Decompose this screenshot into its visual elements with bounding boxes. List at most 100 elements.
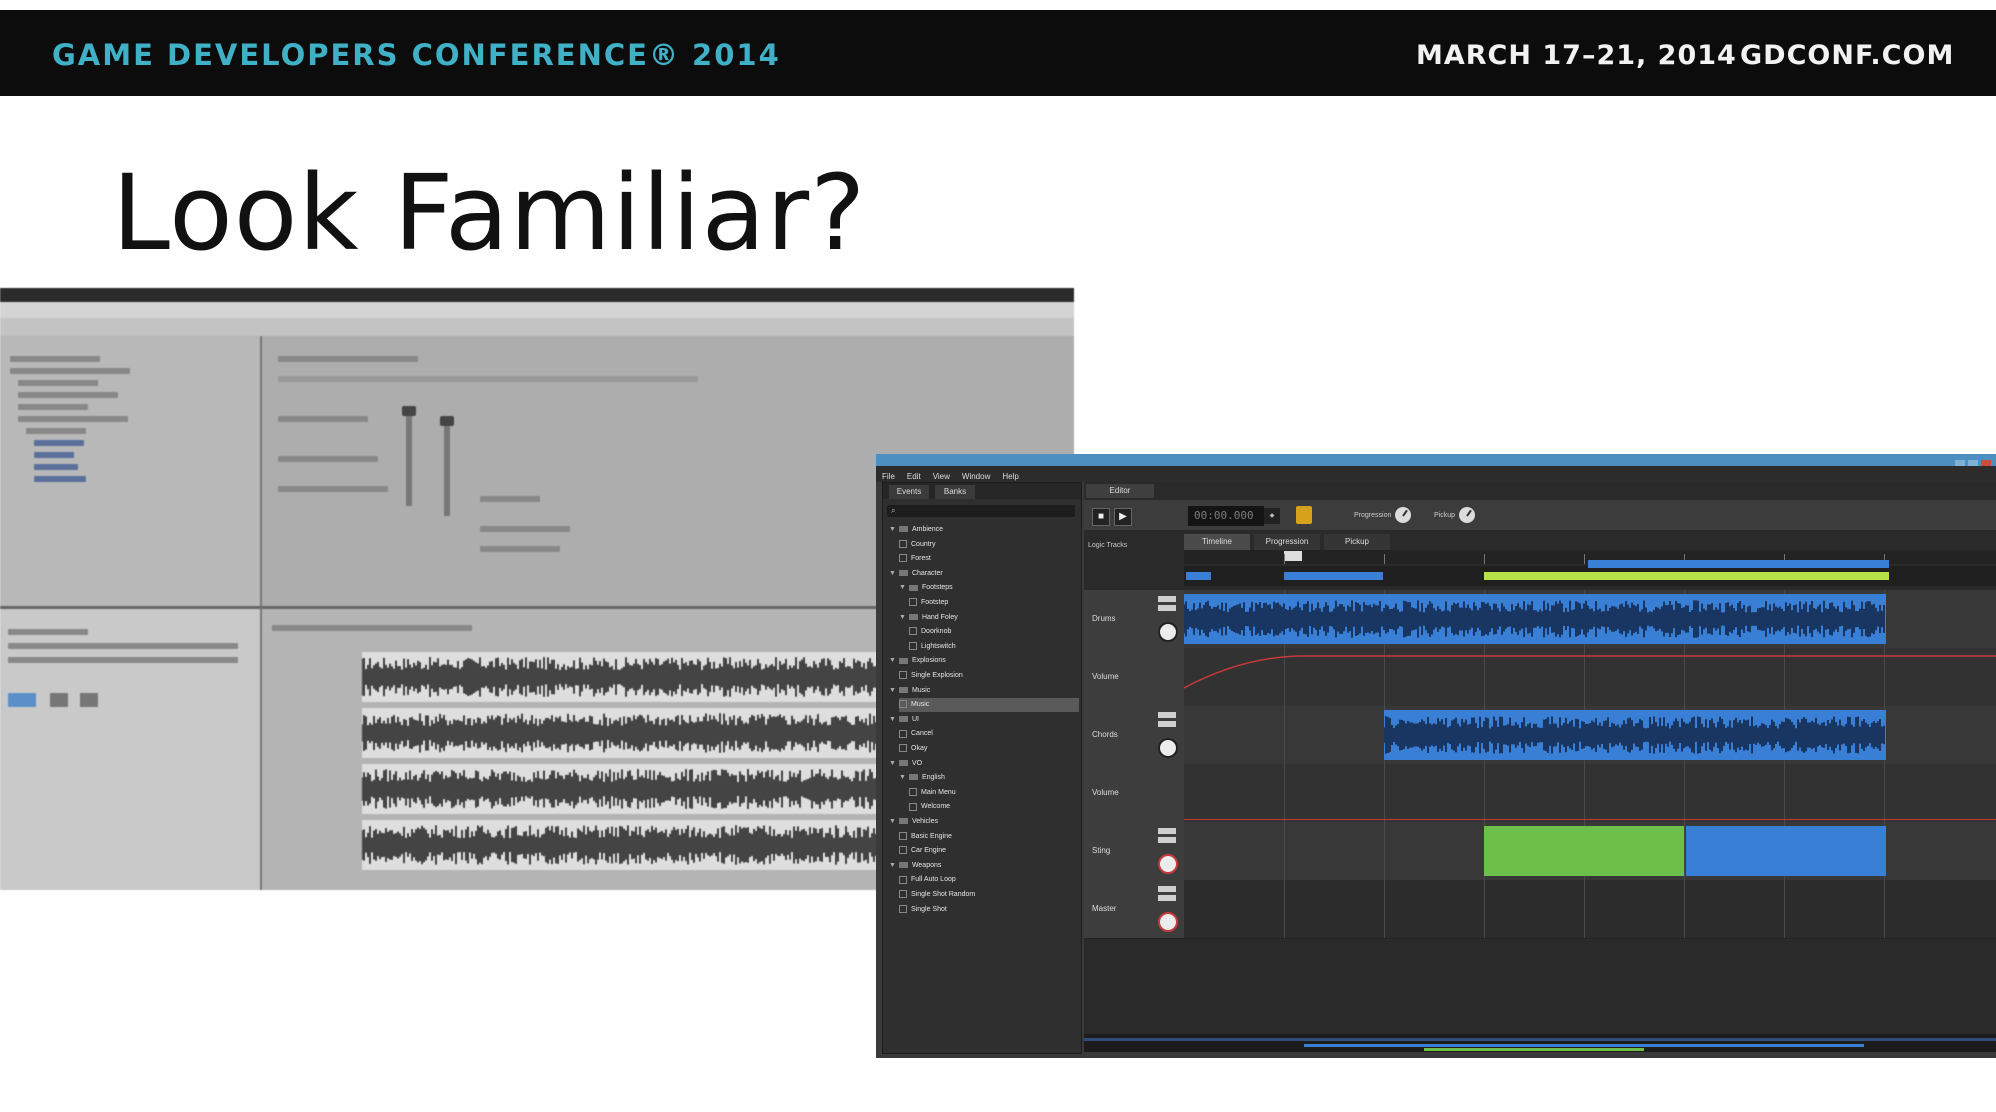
chevron-down-icon[interactable]: ▼ [889, 818, 896, 825]
track-lane[interactable] [1184, 880, 1996, 939]
volume-knob-icon[interactable] [1158, 738, 1178, 758]
tab-editor[interactable]: Editor [1086, 484, 1154, 498]
audio-clip[interactable] [1383, 710, 1886, 760]
tab-banks[interactable]: Banks [935, 485, 975, 499]
track-header[interactable]: Drums [1084, 590, 1184, 649]
tree-folder[interactable]: ▼ Ambience [889, 523, 1079, 537]
tree-event[interactable]: Footstep [909, 596, 1079, 610]
tree-event[interactable]: Basic Engine [899, 830, 1079, 844]
tree-folder[interactable]: ▼ Character [889, 567, 1079, 581]
chevron-down-icon[interactable]: ▼ [889, 657, 896, 664]
menu-item-edit[interactable]: Edit [907, 472, 921, 481]
chevron-down-icon[interactable]: ▼ [899, 774, 906, 781]
pitch-fader[interactable] [440, 416, 454, 516]
tree-event[interactable]: Car Engine [899, 844, 1079, 858]
progression-parameter[interactable]: Progression [1354, 506, 1412, 526]
timecode-display: 00:00.000 [1188, 506, 1264, 526]
tree-item-label: Single Explosion [911, 672, 963, 679]
menu-item-help[interactable]: Help [1002, 472, 1018, 481]
tree-event[interactable]: Welcome [909, 800, 1079, 814]
tree-folder[interactable]: ▼ Footsteps [899, 581, 1079, 595]
solo-button[interactable] [1158, 605, 1176, 611]
tree-folder[interactable]: ▼ UI [889, 713, 1079, 727]
tree-event[interactable]: Cancel [899, 727, 1079, 741]
volume-knob-icon[interactable] [1158, 912, 1178, 932]
tree-event[interactable]: Single Shot [899, 903, 1079, 917]
loop-button[interactable] [1296, 506, 1312, 524]
mute-button[interactable] [1158, 886, 1176, 892]
tree-folder[interactable]: ▼ Vehicles [889, 815, 1079, 829]
stop-button[interactable]: ■ [1092, 508, 1110, 526]
solo-button[interactable] [1158, 721, 1176, 727]
chevron-down-icon[interactable]: ▼ [899, 614, 906, 621]
track-lane[interactable] [1184, 822, 1996, 881]
volume-fader[interactable] [402, 406, 416, 506]
solo-button[interactable] [1158, 837, 1176, 843]
tab-timeline[interactable]: Timeline [1184, 534, 1250, 550]
tree-event[interactable]: Single Explosion [899, 669, 1079, 683]
loop-region[interactable] [1186, 572, 1211, 580]
chevron-down-icon[interactable]: ▼ [889, 570, 896, 577]
mute-button[interactable] [1158, 712, 1176, 718]
tree-event[interactable]: Forest [899, 552, 1079, 566]
menu-item-view[interactable]: View [933, 472, 950, 481]
tree-folder[interactable]: ▼ Hand Foley [899, 611, 1079, 625]
chevron-down-icon[interactable]: ▼ [889, 687, 896, 694]
play-button[interactable]: ▶ [1114, 508, 1132, 526]
tree-event[interactable]: Full Auto Loop [899, 873, 1079, 887]
automation-curve[interactable] [1184, 819, 1996, 820]
tab-pickup[interactable]: Pickup [1324, 534, 1390, 550]
tree-folder[interactable]: ▼ VO [889, 757, 1079, 771]
tree-event[interactable]: Doorknob [909, 625, 1079, 639]
volume-knob-icon[interactable] [1158, 854, 1178, 874]
playhead-marker[interactable] [1284, 551, 1302, 561]
track-header[interactable]: Sting [1084, 822, 1184, 881]
transition-region[interactable] [1588, 560, 1889, 568]
tab-progression[interactable]: Progression [1254, 534, 1320, 550]
chevron-down-icon[interactable]: ▼ [899, 584, 906, 591]
chevron-down-icon[interactable]: ▼ [889, 716, 896, 723]
browser-search-input[interactable]: ⌕ [887, 505, 1075, 517]
audio-clip[interactable] [1183, 594, 1886, 644]
chevron-down-icon[interactable]: ▼ [889, 526, 896, 533]
time-format-button[interactable]: ◆ [1264, 508, 1280, 524]
volume-knob-icon[interactable] [1158, 622, 1178, 642]
tree-event[interactable]: Single Shot Random [899, 888, 1079, 902]
track-header[interactable]: Master [1084, 880, 1184, 939]
parameter-tabs: Timeline Progression Pickup [1184, 534, 1996, 550]
track-lane[interactable] [1183, 590, 1996, 649]
tree-folder[interactable]: ▼ English [899, 771, 1079, 785]
progression-knob-icon[interactable] [1395, 507, 1412, 524]
tree-folder[interactable]: ▼ Weapons [889, 859, 1079, 873]
tree-event[interactable]: Country [899, 538, 1079, 552]
automation-lane[interactable] [1184, 648, 1996, 707]
automation-curve[interactable] [1184, 648, 1996, 706]
tree-event[interactable]: Okay [899, 742, 1079, 756]
pickup-parameter[interactable]: Pickup [1434, 506, 1476, 526]
tree-event[interactable]: Music [899, 698, 1079, 713]
tree-item-label: Basic Engine [911, 832, 952, 840]
overview-bar[interactable] [1084, 1034, 1996, 1052]
solo-button[interactable] [1158, 895, 1176, 901]
tree-event[interactable]: Lightswitch [909, 640, 1079, 654]
tab-events[interactable]: Events [889, 485, 929, 499]
menu-item-file[interactable]: File [882, 472, 895, 481]
destination-marker-region[interactable] [1484, 572, 1889, 580]
automation-header[interactable]: Volume [1084, 648, 1184, 707]
automation-header[interactable]: Volume [1084, 764, 1184, 823]
mute-button[interactable] [1158, 828, 1176, 834]
tree-folder[interactable]: ▼ Music [889, 684, 1079, 698]
mute-button[interactable] [1158, 596, 1176, 602]
audio-clip[interactable] [1484, 826, 1684, 876]
automation-lane[interactable] [1184, 764, 1996, 823]
track-header[interactable]: Chords [1084, 706, 1184, 765]
menu-item-window[interactable]: Window [962, 472, 990, 481]
pickup-knob-icon[interactable] [1459, 507, 1476, 524]
loop-region[interactable] [1284, 572, 1383, 580]
chevron-down-icon[interactable]: ▼ [889, 760, 896, 767]
tree-event[interactable]: Main Menu [909, 786, 1079, 800]
chevron-down-icon[interactable]: ▼ [889, 862, 896, 869]
track-lane[interactable] [1184, 706, 1996, 765]
audio-clip[interactable] [1686, 826, 1886, 876]
tree-folder[interactable]: ▼ Explosions [889, 654, 1079, 668]
